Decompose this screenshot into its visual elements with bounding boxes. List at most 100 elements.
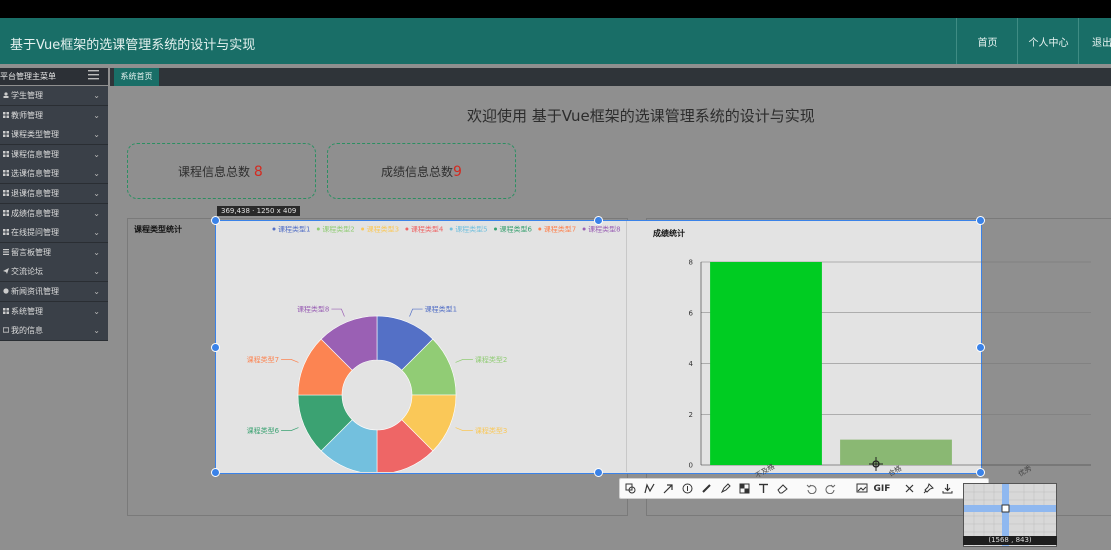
sidebar-item[interactable]: 成绩信息管理 ⌄ — [0, 203, 108, 224]
sidebar-heading-label: 平台管理主菜单 — [0, 72, 56, 81]
chevron-down-icon: ⌄ — [93, 247, 100, 257]
redo-icon[interactable] — [822, 480, 839, 497]
sidebar-item[interactable]: 选课信息管理 ⌄ — [0, 164, 108, 185]
arrow-tool-icon[interactable] — [660, 480, 677, 497]
eraser-tool-icon[interactable] — [774, 480, 791, 497]
pin-icon[interactable] — [920, 480, 937, 497]
sidebar-item[interactable]: 在线提问管理 ⌄ — [0, 223, 108, 244]
sidebar-item[interactable]: 系统管理 ⌄ — [0, 301, 108, 322]
y-tick-label: 0 — [689, 462, 693, 470]
course-type-pie-chart: 课程类型1 课程类型2 课程类型3 课程类型4 课程类型5 课程类型6 课程类型7 课程类型8… — [247, 225, 621, 472]
grade-count-card: 成绩信息总数9 — [327, 143, 516, 199]
legend-item[interactable]: 课程类型3 — [367, 225, 399, 234]
chevron-down-icon: ⌄ — [93, 306, 100, 316]
legend-item[interactable]: 课程类型4 — [411, 225, 444, 234]
nav-logout[interactable]: 退出登 — [1078, 18, 1111, 64]
sidebar-item[interactable]: 教师管理 ⌄ — [0, 105, 108, 126]
chevron-down-icon: ⌄ — [93, 130, 100, 140]
capture-toolbar: GIF — [619, 478, 989, 499]
grid-icon — [3, 131, 9, 138]
shape-tool-icon[interactable] — [622, 480, 639, 497]
sidebar-item[interactable]: 我的信息 ⌄ — [0, 321, 108, 342]
close-icon[interactable] — [901, 480, 918, 497]
legend-item[interactable]: 课程类型5 — [455, 225, 487, 234]
tab-system-home[interactable]: 系统首页 — [114, 68, 159, 86]
circle-icon — [3, 288, 9, 294]
resize-handle-ne[interactable] — [976, 216, 985, 225]
course-count-card: 课程信息总数 8 — [127, 143, 316, 199]
pie-label-line — [281, 359, 299, 363]
app-title: 基于Vue框架的选课管理系统的设计与实现 — [10, 38, 256, 53]
chevron-down-icon: ⌄ — [93, 287, 100, 296]
course-type-panel-title: 课程类型统计 — [134, 225, 182, 234]
legend-item[interactable]: 课程类型1 — [278, 225, 310, 234]
bar[interactable] — [840, 439, 952, 465]
resize-handle-w[interactable] — [211, 343, 220, 352]
gif-button[interactable]: GIF — [872, 480, 892, 497]
sidebar-item-label: 新闻资讯管理 — [11, 287, 59, 296]
save-image-icon[interactable] — [853, 480, 870, 497]
grid-icon — [3, 170, 9, 177]
sidebar-item-label: 在线提问管理 — [11, 228, 59, 238]
legend-marker — [538, 227, 542, 231]
sidebar-item-label: 选课信息管理 — [11, 169, 59, 179]
resize-handle-s[interactable] — [594, 468, 603, 477]
legend-marker — [449, 227, 453, 231]
panel-divider — [626, 221, 627, 472]
sidebar-item[interactable]: 课程信息管理 ⌄ — [0, 144, 108, 165]
text-tool-icon[interactable] — [755, 480, 772, 497]
legend-marker — [316, 227, 320, 231]
bar[interactable] — [710, 262, 822, 465]
mosaic-tool-icon[interactable] — [736, 480, 753, 497]
menu-toggle-icon[interactable] — [88, 70, 99, 80]
top-black-bar — [0, 0, 1111, 18]
sidebar-item[interactable]: 留言板管理 ⌄ — [0, 242, 108, 263]
polyline-tool-icon[interactable] — [641, 480, 658, 497]
resize-handle-sw[interactable] — [211, 468, 220, 477]
sidebar-item-label: 课程类型管理 — [11, 130, 59, 140]
nav-profile[interactable]: 个人中心 — [1017, 18, 1079, 64]
sidebar-item-label: 系统管理 — [11, 306, 43, 316]
number-tool-icon[interactable] — [679, 480, 696, 497]
grid-icon — [3, 307, 9, 314]
sidebar-item[interactable]: 交流论坛 ⌄ — [0, 262, 108, 283]
pie-label-line — [281, 427, 299, 431]
x-tick-label: 优秀 — [1016, 463, 1033, 478]
y-tick-label: 8 — [689, 259, 693, 267]
grade-count-value: 9 — [453, 164, 462, 180]
download-icon[interactable] — [939, 480, 956, 497]
user-icon — [3, 92, 9, 98]
pen-tool-icon[interactable] — [698, 480, 715, 497]
legend-marker — [272, 227, 276, 231]
pie-slice-label: 课程类型1 — [425, 305, 457, 314]
legend-item[interactable]: 课程类型7 — [544, 225, 576, 234]
pie-label-line — [409, 308, 423, 317]
pie-label-line — [455, 359, 473, 363]
legend-item[interactable]: 课程类型2 — [322, 225, 354, 234]
magnifier-coordinates: (1568 , 843) — [963, 536, 1057, 545]
resize-handle-nw[interactable] — [211, 216, 220, 225]
legend-item[interactable]: 课程类型6 — [500, 225, 533, 234]
resize-handle-e[interactable] — [976, 343, 985, 352]
grid-icon — [3, 190, 9, 196]
chevron-down-icon: ⌄ — [93, 267, 100, 277]
sidebar-item-label: 我的信息 — [11, 326, 43, 336]
sidebar-item-label: 成绩信息管理 — [11, 208, 59, 218]
grid-icon — [3, 111, 9, 118]
legend-marker — [361, 227, 365, 231]
legend-item[interactable]: 课程类型8 — [588, 225, 620, 234]
sidebar-item-label: 留言板管理 — [11, 247, 51, 257]
sidebar-item[interactable]: 退课信息管理 ⌄ — [0, 184, 108, 204]
sidebar-item[interactable]: 学生管理 ⌄ — [0, 86, 108, 106]
highlighter-tool-icon[interactable] — [717, 480, 734, 497]
sidebar-item[interactable]: 课程类型管理 ⌄ — [0, 125, 108, 146]
resize-handle-n[interactable] — [594, 216, 603, 225]
sidebar-item[interactable]: 新闻资讯管理 ⌄ — [0, 282, 108, 302]
resize-handle-se[interactable] — [976, 468, 985, 477]
tab-bar — [110, 68, 1111, 86]
grid-icon — [3, 229, 9, 236]
capture-size-label: 369,438 · 1250 x 409 — [217, 206, 301, 216]
grid-icon — [3, 150, 9, 157]
nav-home[interactable]: 首页 — [956, 18, 1018, 64]
undo-icon[interactable] — [803, 480, 820, 497]
